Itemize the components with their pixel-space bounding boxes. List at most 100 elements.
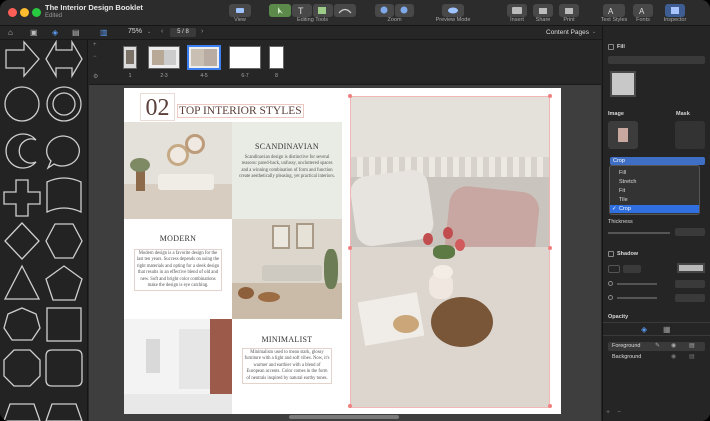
shadow-style-select[interactable] [608, 265, 620, 273]
section-body: Scandinavian design is distinctive for s… [239, 155, 335, 180]
menu-item-crop[interactable]: ✓ Crop [610, 205, 699, 213]
thumbnail-page-1[interactable] [123, 46, 137, 69]
modern-text-box[interactable]: MODERN Modern design is a favorite desig… [124, 219, 232, 319]
mask-well[interactable] [675, 121, 705, 149]
rounded-square-shape [45, 349, 83, 387]
crop-mode-select[interactable]: Crop [610, 157, 705, 165]
menu-item-fill[interactable]: Fill [610, 169, 699, 177]
shadow-opacity-field[interactable] [675, 294, 705, 302]
resize-handle[interactable] [348, 404, 352, 408]
inspector-button[interactable] [665, 4, 685, 17]
zoom-select[interactable]: 75% [128, 28, 142, 35]
mask-label: Mask [676, 111, 690, 117]
thumbnail-pages-2-3[interactable] [148, 46, 180, 69]
left-page[interactable]: 02 TOP INTERIOR STYLES SCANDINAVIAN Scan… [124, 88, 342, 414]
minimalist-text-box[interactable]: MINIMALIST Minimalism used to mean stark… [232, 319, 342, 414]
heptagon-shape [3, 307, 41, 341]
shadow-offset-field[interactable] [675, 280, 705, 288]
shapes-icon[interactable]: ◈ [52, 28, 58, 37]
pencil-icon[interactable]: ✎ [655, 342, 660, 349]
text-styles-button[interactable]: A [603, 4, 625, 17]
eye-icon[interactable]: ◉ [671, 353, 676, 360]
fill-color-well[interactable] [610, 71, 636, 97]
preview-mode-button[interactable] [442, 4, 464, 17]
resize-handle[interactable] [548, 94, 552, 98]
thumbnail-pages-4-5[interactable] [187, 45, 221, 70]
print-button[interactable] [559, 4, 579, 17]
next-page-icon[interactable]: › [201, 28, 203, 35]
menu-item-fit[interactable]: Fit [610, 187, 699, 195]
page-title: TOP INTERIOR STYLES [177, 104, 304, 118]
svg-text:A: A [639, 7, 645, 16]
layers-tab-bar: ◈ ▦ [603, 322, 710, 336]
resize-handle[interactable] [348, 94, 352, 98]
trapezoid-shape-2 [45, 403, 83, 421]
photo-icon[interactable]: ▣ [30, 28, 38, 37]
print-icon[interactable]: ▤ [689, 342, 695, 349]
chevron-down-icon: ⌄ [592, 29, 597, 35]
layers-icon[interactable]: ◈ [641, 325, 647, 334]
grid-icon[interactable]: ▦ [663, 325, 671, 334]
bedroom-photo[interactable] [350, 96, 550, 408]
path-tool-button[interactable] [334, 4, 356, 17]
select-tool-button[interactable] [269, 4, 291, 17]
resize-handle[interactable] [548, 404, 552, 408]
image-well[interactable] [608, 121, 638, 149]
zoom-in-button[interactable] [395, 4, 414, 17]
fonts-button[interactable]: A [633, 4, 653, 17]
thumbnail-pages-6-7[interactable] [229, 46, 261, 69]
resize-handle[interactable] [348, 246, 352, 250]
fill-checkbox[interactable] [608, 44, 614, 50]
shadow-checkbox[interactable] [608, 251, 614, 257]
previous-page-icon[interactable]: ‹ [161, 28, 163, 35]
eye-icon[interactable]: ◉ [671, 342, 676, 349]
content-pages-select[interactable]: Content Pages [546, 29, 589, 36]
add-page-icon[interactable]: + [93, 42, 97, 48]
insert-label: Insert [510, 17, 524, 23]
insert-button[interactable] [507, 4, 527, 17]
fill-type-select[interactable] [608, 56, 705, 64]
page-indicator[interactable]: 5 / 8 [170, 28, 196, 37]
shape-tool-button[interactable] [313, 4, 333, 17]
menu-item-tile[interactable]: Tile [610, 196, 699, 204]
print-icon[interactable]: ▤ [689, 353, 695, 360]
thickness-slider[interactable] [608, 232, 670, 234]
share-label: Share [535, 17, 551, 23]
library-icon[interactable]: ▤ [72, 28, 80, 37]
double-arrow-shape [45, 39, 83, 79]
scandinavian-photo[interactable] [124, 122, 232, 219]
resize-handle[interactable] [548, 246, 552, 250]
zoom-out-button[interactable] [375, 4, 394, 17]
layer-name: Foreground [612, 343, 641, 349]
modern-photo[interactable] [232, 219, 342, 319]
remove-page-icon[interactable]: − [93, 54, 97, 60]
share-button[interactable] [533, 4, 553, 17]
gear-icon[interactable]: ⚙ [93, 73, 98, 80]
minimize-window-button[interactable] [20, 8, 29, 17]
document-canvas[interactable]: 02 TOP INTERIOR STYLES SCANDINAVIAN Scan… [89, 85, 601, 421]
zoom-label: Zoom [387, 17, 402, 23]
close-window-button[interactable] [8, 8, 17, 17]
horizontal-scrollbar[interactable] [289, 415, 399, 419]
scandinavian-text-box[interactable]: SCANDINAVIAN Scandinavian design is dist… [232, 122, 342, 219]
minimalist-photo[interactable] [124, 319, 232, 414]
add-layer-icon[interactable]: + [606, 409, 610, 416]
remove-layer-icon[interactable]: − [617, 409, 621, 416]
home-icon[interactable]: ⌂ [8, 28, 13, 37]
speech-bubble-shape [46, 135, 80, 170]
thumbnail-page-8[interactable] [269, 46, 284, 69]
shadow-opacity-slider[interactable] [617, 297, 657, 299]
checkmark-icon: ✓ [612, 206, 617, 212]
fonts-label: Fonts [636, 17, 650, 23]
menu-item-stretch[interactable]: Stretch [610, 178, 699, 186]
zoom-window-button[interactable] [32, 8, 41, 17]
view-button[interactable] [229, 4, 251, 17]
spreads-icon[interactable]: ▥ [100, 28, 108, 37]
trapezoid-shape [3, 403, 41, 421]
right-page[interactable] [342, 88, 561, 414]
thickness-field[interactable] [675, 228, 705, 236]
shadow-blur-field[interactable] [623, 265, 641, 273]
text-tool-button[interactable]: T [292, 4, 312, 17]
shadow-offset-slider[interactable] [617, 283, 657, 285]
shadow-color-well[interactable] [677, 263, 705, 273]
